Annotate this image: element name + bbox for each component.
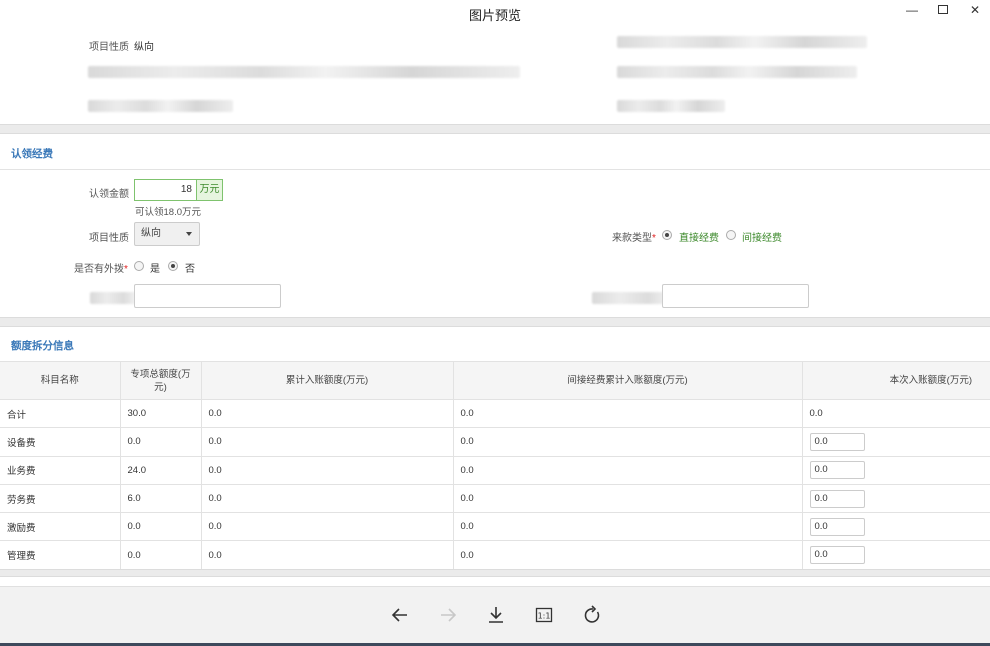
redacted-input[interactable] <box>662 284 809 308</box>
external-label: 是否有外拨* <box>74 260 128 275</box>
column-header: 本次入账额度(万元) <box>801 361 990 400</box>
subject-name: 业务费 <box>0 455 121 485</box>
required-mark: * <box>652 233 656 244</box>
subject-name: 劳务费 <box>0 483 121 514</box>
download-icon[interactable] <box>484 603 508 627</box>
column-header: 间接经费累计入账额度(万元) <box>452 361 803 400</box>
redacted-input[interactable] <box>134 284 281 308</box>
fund-type-direct-radio[interactable] <box>662 230 672 240</box>
amount-label: 认领金额 <box>89 189 129 200</box>
top-nature-label: 项目性质 <box>89 42 129 53</box>
indirect-amount: 0.0 <box>452 455 803 485</box>
current-amount-cell: 0.0 <box>801 427 990 457</box>
subject-name: 合计 <box>0 398 121 429</box>
claim-section-title: 认领经费 <box>11 148 53 160</box>
nature-select-value: 纵向 <box>141 228 161 239</box>
fund-type-label-text: 来款类型 <box>612 233 652 244</box>
preview-toolbar: 1:1 <box>0 586 990 646</box>
current-amount-input[interactable]: 0.0 <box>809 546 865 565</box>
redacted-info <box>617 36 867 48</box>
fund-type-indirect-radio[interactable] <box>726 230 736 240</box>
accumulated-amount: 0.0 <box>200 512 454 542</box>
column-header: 科目名称 <box>0 361 121 400</box>
fund-type-label: 来款类型* <box>612 229 656 244</box>
external-yes-label[interactable]: 是 <box>150 260 160 275</box>
amount-hint: 可认领18.0万元 <box>135 207 201 218</box>
arrow-right-icon[interactable] <box>436 603 460 627</box>
table-row: 激励费 0.0 0.0 0.0 0.0 <box>0 512 990 542</box>
fund-type-indirect-label[interactable]: 间接经费 <box>742 229 782 244</box>
maximize-icon[interactable] <box>928 2 958 18</box>
current-amount-input[interactable]: 0.0 <box>809 461 865 480</box>
redacted-info <box>88 66 520 78</box>
nature-select[interactable]: 纵向 <box>134 222 200 246</box>
total-amount: 0.0 <box>119 512 202 542</box>
section-divider <box>0 569 990 577</box>
table-row: 业务费 24.0 0.0 0.0 0.0 <box>0 455 990 485</box>
subject-name: 设备费 <box>0 427 121 457</box>
external-label-text: 是否有外拨 <box>74 264 124 275</box>
split-section-title: 额度拆分信息 <box>11 340 74 352</box>
close-icon[interactable]: ✕ <box>960 2 990 18</box>
redacted-info <box>617 100 725 112</box>
external-no-label[interactable]: 否 <box>185 260 195 275</box>
current-amount-cell: 0.0 <box>801 483 990 514</box>
total-amount: 0.0 <box>119 427 202 457</box>
redacted-info <box>88 100 233 112</box>
table-row: 管理费 0.0 0.0 0.0 0.0 <box>0 540 990 570</box>
split-table: 科目名称 专项总额度(万元) 累计入账额度(万元) 间接经费累计入账额度(万元)… <box>0 361 990 570</box>
current-amount-input[interactable]: 0.0 <box>809 517 865 536</box>
subject-name: 激励费 <box>0 512 121 542</box>
accumulated-amount: 0.0 <box>200 398 454 429</box>
required-mark: * <box>124 264 128 275</box>
fund-type-direct-label[interactable]: 直接经费 <box>679 229 719 244</box>
arrow-left-icon[interactable] <box>388 603 412 627</box>
current-amount-cell: 0.0 <box>801 512 990 542</box>
amount-unit: 万元 <box>196 179 223 201</box>
accumulated-amount: 0.0 <box>200 455 454 485</box>
column-header: 专项总额度(万元) <box>119 361 202 400</box>
section-divider <box>0 317 990 327</box>
current-amount-cell: 0.0 <box>801 455 990 485</box>
total-amount: 6.0 <box>119 483 202 514</box>
window-title: 图片预览 <box>468 8 521 23</box>
table-row: 设备费 0.0 0.0 0.0 0.0 <box>0 427 990 457</box>
current-amount-input[interactable]: 0.0 <box>809 432 865 451</box>
accumulated-amount: 0.0 <box>200 483 454 514</box>
section-underline <box>0 169 990 170</box>
indirect-amount: 0.0 <box>452 512 803 542</box>
external-no-radio[interactable] <box>168 261 178 271</box>
indirect-amount: 0.0 <box>452 483 803 514</box>
total-amount: 24.0 <box>119 455 202 485</box>
indirect-amount: 0.0 <box>452 427 803 457</box>
actual-size-label: 1:1 <box>538 612 551 621</box>
current-amount: 0.0 <box>801 398 990 429</box>
rotate-icon[interactable] <box>580 603 604 627</box>
amount-input[interactable]: 18 <box>134 179 197 201</box>
redacted-info <box>617 66 857 78</box>
total-amount: 0.0 <box>119 540 202 570</box>
section-divider <box>0 124 990 134</box>
accumulated-amount: 0.0 <box>200 427 454 457</box>
top-nature-value: 纵向 <box>134 42 154 53</box>
table-row: 合计 30.0 0.0 0.0 0.0 <box>0 398 990 429</box>
column-header: 累计入账额度(万元) <box>200 361 454 400</box>
indirect-amount: 0.0 <box>452 398 803 429</box>
chevron-down-icon <box>186 232 192 236</box>
external-yes-radio[interactable] <box>134 261 144 271</box>
accumulated-amount: 0.0 <box>200 540 454 570</box>
window-titlebar: 图片预览 — ✕ <box>0 0 990 30</box>
table-row: 劳务费 6.0 0.0 0.0 0.0 <box>0 483 990 514</box>
current-amount-input[interactable]: 0.0 <box>809 489 865 508</box>
subject-name: 管理费 <box>0 540 121 570</box>
nature-label: 项目性质 <box>89 233 129 244</box>
total-amount: 30.0 <box>119 398 202 429</box>
current-amount-cell: 0.0 <box>801 540 990 570</box>
actual-size-icon[interactable]: 1:1 <box>532 603 556 627</box>
minimize-icon[interactable]: — <box>897 2 927 18</box>
indirect-amount: 0.0 <box>452 540 803 570</box>
